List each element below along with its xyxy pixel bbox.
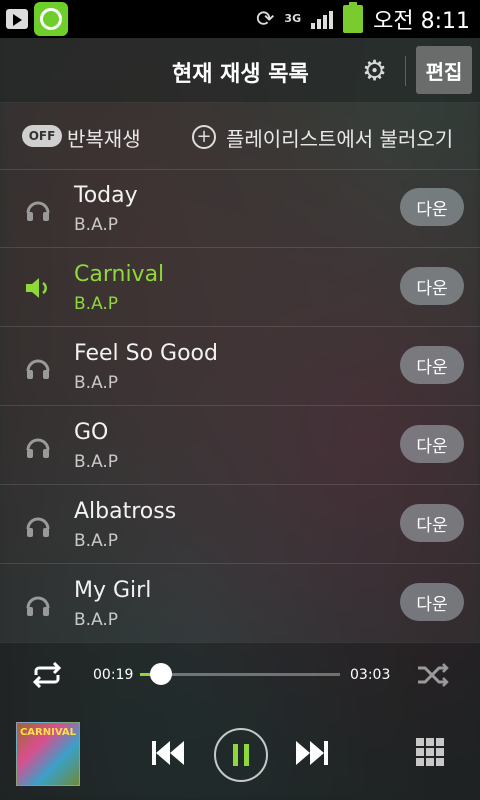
playlist-item[interactable]: My Girl B.A.P 다운 — [0, 564, 480, 643]
track-artist: B.A.P — [74, 531, 119, 551]
pause-button[interactable] — [214, 728, 268, 782]
add-circle-icon[interactable]: + — [192, 125, 216, 149]
playlist-item[interactable]: Albatross B.A.P 다운 — [0, 485, 480, 564]
edit-button[interactable]: 편집 — [416, 46, 472, 94]
track-title: GO — [74, 420, 109, 445]
download-button[interactable]: 다운 — [400, 504, 464, 542]
album-art[interactable]: CARNIVAL — [16, 722, 80, 786]
track-title: Feel So Good — [74, 341, 218, 366]
download-button[interactable]: 다운 — [400, 188, 464, 226]
total-time: 03:03 — [350, 667, 391, 683]
music-app-icon — [34, 2, 68, 36]
track-artist: B.A.P — [74, 215, 119, 235]
headphones-icon — [26, 438, 50, 458]
network-type-icon: 3G — [284, 12, 302, 25]
track-artist: B.A.P — [74, 610, 119, 630]
headphones-icon — [26, 201, 50, 221]
repeat-icon[interactable] — [30, 662, 64, 688]
play-store-icon — [6, 9, 28, 29]
previous-icon[interactable] — [150, 740, 188, 766]
playlist: Today B.A.P 다운 Carnival B.A.P 다운 Feel So… — [0, 169, 480, 643]
track-artist: B.A.P — [74, 294, 119, 314]
headphones-icon — [26, 359, 50, 379]
track-artist: B.A.P — [74, 373, 119, 393]
download-button[interactable]: 다운 — [400, 346, 464, 384]
options-row: OFF 반복재생 + 플레이리스트에서 불러오기 — [0, 103, 480, 170]
track-artist: B.A.P — [74, 452, 119, 472]
battery-icon — [343, 2, 364, 33]
playlist-item[interactable]: Carnival B.A.P 다운 — [0, 248, 480, 327]
track-title: Albatross — [74, 499, 177, 524]
sync-icon: ⟳ — [255, 6, 275, 32]
clock: 오전 8:11 — [373, 9, 470, 34]
headphones-icon — [26, 596, 50, 616]
signal-icon — [311, 9, 334, 29]
status-bar: ⟳ 3G 오전 8:11 — [0, 0, 480, 38]
track-title: Carnival — [74, 262, 165, 287]
download-button[interactable]: 다운 — [400, 583, 464, 621]
load-playlist-button[interactable]: 플레이리스트에서 불러오기 — [226, 123, 453, 152]
repeat-label[interactable]: 반복재생 — [67, 123, 141, 152]
current-time: 00:19 — [93, 667, 134, 683]
playlist-item[interactable]: GO B.A.P 다운 — [0, 406, 480, 485]
repeat-toggle[interactable]: OFF — [22, 125, 62, 147]
page-title: 현재 재생 목록 — [172, 62, 309, 87]
playlist-item[interactable]: Feel So Good B.A.P 다운 — [0, 327, 480, 406]
shuffle-icon[interactable] — [416, 662, 450, 688]
download-button[interactable]: 다운 — [400, 425, 464, 463]
playlist-item[interactable]: Today B.A.P 다운 — [0, 169, 480, 248]
seek-handle[interactable] — [149, 663, 172, 685]
headphones-icon — [26, 517, 50, 537]
speaker-playing-icon — [26, 278, 47, 298]
divider — [405, 56, 406, 86]
track-title: My Girl — [74, 578, 152, 603]
seek-bar[interactable] — [140, 663, 340, 685]
track-title: Today — [74, 183, 138, 208]
player-controls: 00:19 03:03 CARNIVAL — [0, 642, 480, 800]
next-icon[interactable] — [292, 740, 330, 766]
menu-grid-icon[interactable] — [416, 738, 444, 766]
download-button[interactable]: 다운 — [400, 267, 464, 305]
settings-gear-icon[interactable]: ⚙ — [362, 54, 387, 87]
title-bar: 현재 재생 목록 ⚙ 편집 — [0, 38, 480, 103]
